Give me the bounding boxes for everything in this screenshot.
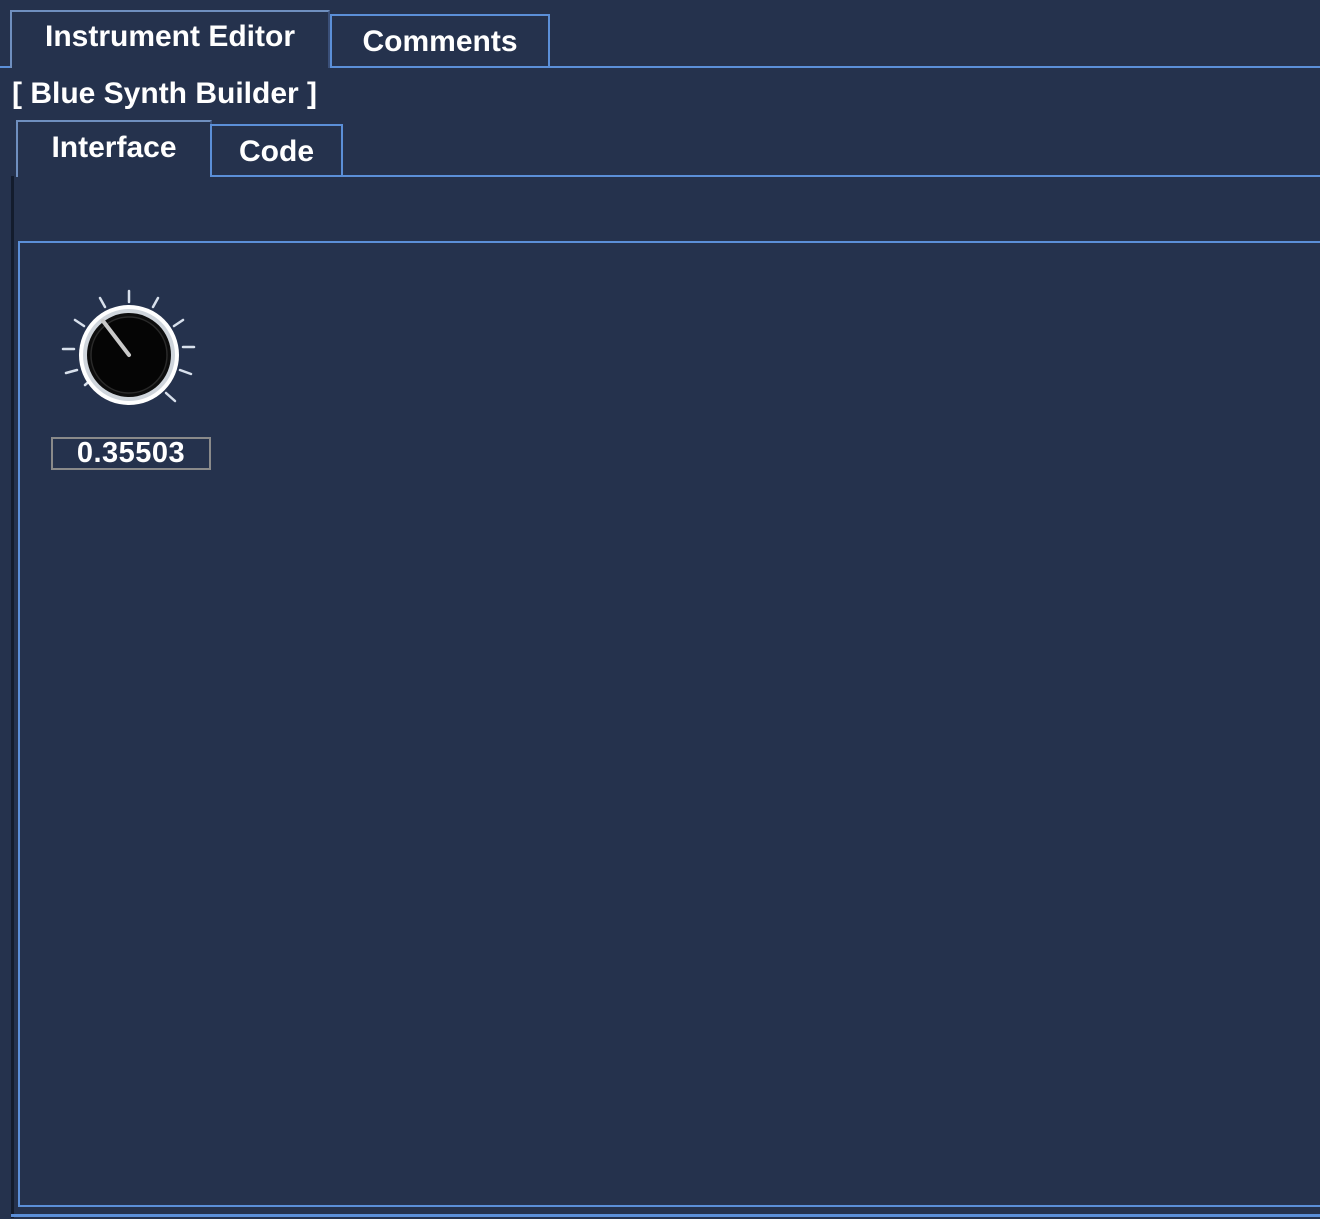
tab-code[interactable]: Code — [210, 124, 343, 177]
interface-panel — [18, 241, 1320, 1207]
knob-icon[interactable] — [58, 285, 204, 411]
inner-tabs-divider — [210, 175, 1320, 177]
tab-comments[interactable]: Comments — [330, 14, 550, 68]
tab-instrument-editor[interactable]: Instrument Editor — [10, 10, 330, 68]
panel-left-border — [11, 176, 14, 1218]
panel-bottom-border — [11, 1214, 1320, 1217]
tab-interface[interactable]: Interface — [16, 120, 212, 177]
knob-value-field[interactable]: 0.35503 — [51, 437, 211, 470]
instrument-title: [ Blue Synth Builder ] — [12, 77, 318, 110]
